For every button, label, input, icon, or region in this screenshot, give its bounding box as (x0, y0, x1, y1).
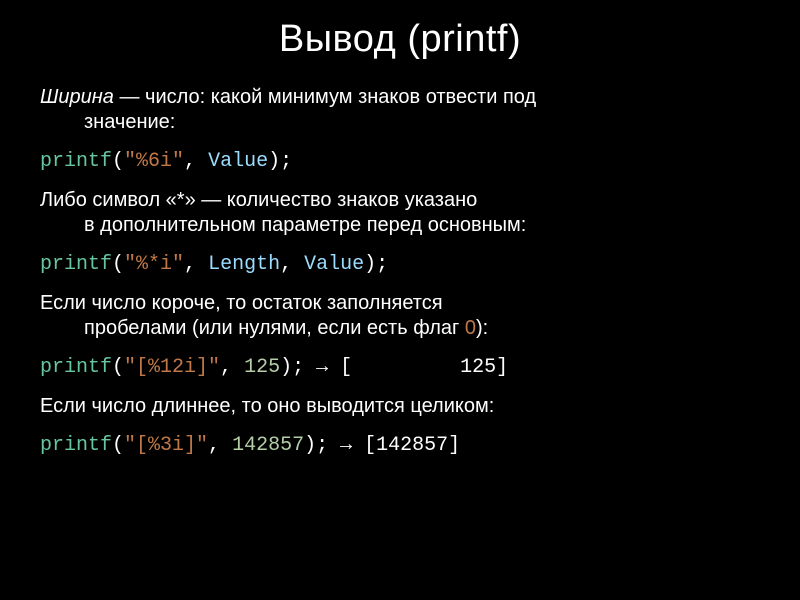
arg-length: Length (208, 253, 280, 276)
slide-body: Ширина — число: какой минимум знаков отв… (40, 85, 760, 458)
comma: , (220, 356, 244, 379)
format-string: "[%12i]" (124, 356, 220, 379)
semicolon: ; (316, 434, 328, 457)
semicolon: ; (280, 150, 292, 173)
output-text: [ 125] (340, 356, 508, 379)
paragraph-padding: Если число короче, то остаток заполняетс… (40, 291, 760, 341)
fn-printf: printf (40, 356, 112, 379)
flag-zero: 0 (465, 317, 476, 339)
arg-number: 142857 (232, 434, 304, 457)
paren-open: ( (112, 150, 124, 173)
paragraph-longer: Если число длиннее, то оно выводится цел… (40, 394, 760, 419)
paren-open: ( (112, 253, 124, 276)
text: Если число короче, то остаток заполняетс… (40, 292, 443, 314)
text: значение: (84, 111, 175, 133)
arrow-icon: → (304, 356, 340, 379)
comma: , (184, 150, 208, 173)
text: ): (476, 317, 488, 339)
format-string: "%*i" (124, 253, 184, 276)
paragraph-star: Либо символ «*» — количество знаков указ… (40, 188, 760, 238)
format-string: "%6i" (124, 150, 184, 173)
comma: , (208, 434, 232, 457)
paren-close: ) (280, 356, 292, 379)
paren-close: ) (364, 253, 376, 276)
code-example-2: printf("%*i", Length, Value); (40, 252, 760, 277)
arg-value: Value (304, 253, 364, 276)
slide-title: Вывод (printf) (40, 18, 760, 61)
paren-close: ) (268, 150, 280, 173)
format-string: "[%3i]" (124, 434, 208, 457)
text: в дополнительном параметре перед основны… (84, 214, 526, 236)
paragraph-width-def: Ширина — число: какой минимум знаков отв… (40, 85, 760, 135)
comma: , (280, 253, 304, 276)
paren-open: ( (112, 356, 124, 379)
output-text: [142857] (364, 434, 460, 457)
arg-number: 125 (244, 356, 280, 379)
paren-open: ( (112, 434, 124, 457)
term-width: Ширина (40, 86, 114, 108)
semicolon: ; (376, 253, 388, 276)
arrow-icon: → (328, 434, 364, 457)
arg-value: Value (208, 150, 268, 173)
text: — число: какой минимум знаков отвести по… (114, 86, 536, 108)
fn-printf: printf (40, 253, 112, 276)
text: Если число длиннее, то оно выводится цел… (40, 395, 494, 417)
code-example-1: printf("%6i", Value); (40, 149, 760, 174)
fn-printf: printf (40, 434, 112, 457)
comma: , (184, 253, 208, 276)
fn-printf: printf (40, 150, 112, 173)
text: Либо символ «*» — количество знаков указ… (40, 189, 477, 211)
code-example-3: printf("[%12i]", 125); → [ 125] (40, 355, 760, 380)
paren-close: ) (304, 434, 316, 457)
text: пробелами (или нулями, если есть флаг (84, 317, 465, 339)
code-example-4: printf("[%3i]", 142857); → [142857] (40, 433, 760, 458)
semicolon: ; (292, 356, 304, 379)
